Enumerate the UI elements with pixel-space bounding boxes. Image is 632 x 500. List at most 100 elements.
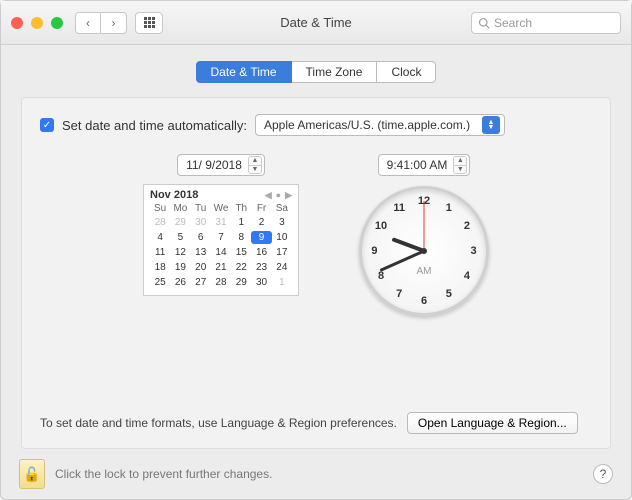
calendar-day[interactable]: 18 xyxy=(150,261,170,274)
clock-number: 3 xyxy=(471,245,477,257)
time-stepper-buttons[interactable]: ▲▼ xyxy=(453,156,467,174)
calendar-day[interactable]: 1 xyxy=(231,216,251,229)
calendar-day[interactable]: 26 xyxy=(170,276,190,289)
window-controls xyxy=(11,17,63,29)
calendar-day[interactable]: 29 xyxy=(170,216,190,229)
clock-number: 12 xyxy=(418,195,430,207)
calendar-day[interactable]: 30 xyxy=(191,216,211,229)
calendar-day[interactable]: 29 xyxy=(231,276,251,289)
calendar-day[interactable]: 24 xyxy=(272,261,292,274)
calendar-header: Nov 2018 ◀ ● ▶ xyxy=(150,189,292,201)
clock-number: 4 xyxy=(464,270,470,282)
clock-number: 1 xyxy=(446,202,452,214)
clock-center xyxy=(421,248,427,254)
calendar-day[interactable]: 16 xyxy=(251,246,271,259)
calendar-dow: Tu xyxy=(191,203,211,214)
calendar-day[interactable]: 15 xyxy=(231,246,251,259)
nav-buttons: ‹ › xyxy=(75,12,127,34)
calendar-day[interactable]: 6 xyxy=(191,231,211,244)
calendar: Nov 2018 ◀ ● ▶ SuMoTuWeThFrSa28293031123… xyxy=(143,184,299,296)
close-icon[interactable] xyxy=(11,17,23,29)
calendar-day[interactable]: 4 xyxy=(150,231,170,244)
time-value: 9:41:00 AM xyxy=(387,158,448,172)
calendar-day[interactable]: 21 xyxy=(211,261,231,274)
cal-next-icon[interactable]: ▶ xyxy=(285,190,292,201)
calendar-dow: Th xyxy=(231,203,251,214)
calendar-day[interactable]: 14 xyxy=(211,246,231,259)
cal-prev-icon[interactable]: ◀ xyxy=(265,190,272,201)
minimize-icon[interactable] xyxy=(31,17,43,29)
calendar-dow: Sa xyxy=(272,203,292,214)
date-column: 11/ 9/2018 ▲▼ Nov 2018 ◀ ● ▶ SuMoTuW xyxy=(143,154,299,316)
tab-date-time[interactable]: Date & Time xyxy=(196,61,292,83)
date-stepper[interactable]: 11/ 9/2018 ▲▼ xyxy=(177,154,265,176)
search-input[interactable]: Search xyxy=(471,12,621,34)
calendar-day[interactable]: 12 xyxy=(170,246,190,259)
show-all-button[interactable] xyxy=(135,12,163,34)
back-button[interactable]: ‹ xyxy=(75,12,101,34)
clock-number: 2 xyxy=(464,220,470,232)
grid-icon xyxy=(144,17,155,28)
calendar-day[interactable]: 7 xyxy=(211,231,231,244)
calendar-dow: Fr xyxy=(251,203,271,214)
calendar-day[interactable]: 1 xyxy=(272,276,292,289)
calendar-day[interactable]: 25 xyxy=(150,276,170,289)
date-stepper-buttons[interactable]: ▲▼ xyxy=(248,156,262,174)
calendar-day[interactable]: 27 xyxy=(191,276,211,289)
date-time-panel: ✓ Set date and time automatically: Apple… xyxy=(21,97,611,449)
calendar-grid: SuMoTuWeThFrSa28293031123456789101112131… xyxy=(150,203,292,289)
calendar-day[interactable]: 2 xyxy=(251,216,271,229)
calendar-day[interactable]: 28 xyxy=(150,216,170,229)
clock-number: 5 xyxy=(446,288,452,300)
calendar-day[interactable]: 31 xyxy=(211,216,231,229)
tab-clock[interactable]: Clock xyxy=(377,61,436,83)
time-server-value: Apple Americas/U.S. (time.apple.com.) xyxy=(264,118,470,132)
calendar-day[interactable]: 22 xyxy=(231,261,251,274)
calendar-day[interactable]: 19 xyxy=(170,261,190,274)
calendar-dow: We xyxy=(211,203,231,214)
calendar-day[interactable]: 11 xyxy=(150,246,170,259)
clock-number: 8 xyxy=(378,270,384,282)
help-button[interactable]: ? xyxy=(593,464,613,484)
zoom-icon[interactable] xyxy=(51,17,63,29)
auto-label: Set date and time automatically: xyxy=(62,118,247,133)
calendar-day[interactable]: 13 xyxy=(191,246,211,259)
time-column: 9:41:00 AM ▲▼ AM 121234567891011 xyxy=(359,154,489,316)
time-stepper[interactable]: 9:41:00 AM ▲▼ xyxy=(378,154,471,176)
preferences-window: ‹ › Date & Time Search Date & Time Time … xyxy=(0,0,632,500)
format-hint: To set date and time formats, use Langua… xyxy=(40,416,397,430)
time-server-dropdown[interactable]: Apple Americas/U.S. (time.apple.com.) ▲▼ xyxy=(255,114,505,136)
segmented-tabs: Date & Time Time Zone Clock xyxy=(21,61,611,83)
calendar-day[interactable]: 10 xyxy=(272,231,292,244)
clock-number: 11 xyxy=(393,202,405,214)
calendar-day[interactable]: 30 xyxy=(251,276,271,289)
calendar-day[interactable]: 17 xyxy=(272,246,292,259)
open-language-region-button[interactable]: Open Language & Region... xyxy=(407,412,578,434)
clock-number: 6 xyxy=(421,295,427,307)
calendar-day[interactable]: 23 xyxy=(251,261,271,274)
clock-number: 7 xyxy=(396,288,402,300)
calendar-day[interactable]: 20 xyxy=(191,261,211,274)
auto-row: ✓ Set date and time automatically: Apple… xyxy=(40,114,592,136)
bottom-bar: 🔓 Click the lock to prevent further chan… xyxy=(1,449,631,499)
clock-ampm: AM xyxy=(417,266,432,277)
calendar-dow: Su xyxy=(150,203,170,214)
search-placeholder: Search xyxy=(494,16,532,30)
calendar-day[interactable]: 28 xyxy=(211,276,231,289)
tab-time-zone[interactable]: Time Zone xyxy=(292,61,378,83)
calendar-day[interactable]: 9 xyxy=(251,231,271,244)
cal-today-icon[interactable]: ● xyxy=(276,190,281,200)
search-icon xyxy=(478,17,490,29)
date-time-columns: 11/ 9/2018 ▲▼ Nov 2018 ◀ ● ▶ SuMoTuW xyxy=(40,154,592,316)
lock-icon[interactable]: 🔓 xyxy=(19,459,45,489)
chevron-updown-icon: ▲▼ xyxy=(482,116,500,134)
clock-number: 9 xyxy=(371,245,377,257)
calendar-day[interactable]: 3 xyxy=(272,216,292,229)
calendar-day[interactable]: 8 xyxy=(231,231,251,244)
calendar-day[interactable]: 5 xyxy=(170,231,190,244)
lock-text: Click the lock to prevent further change… xyxy=(55,467,272,481)
date-value: 11/ 9/2018 xyxy=(186,158,242,172)
titlebar: ‹ › Date & Time Search xyxy=(1,1,631,45)
auto-checkbox[interactable]: ✓ xyxy=(40,118,54,132)
forward-button[interactable]: › xyxy=(101,12,127,34)
